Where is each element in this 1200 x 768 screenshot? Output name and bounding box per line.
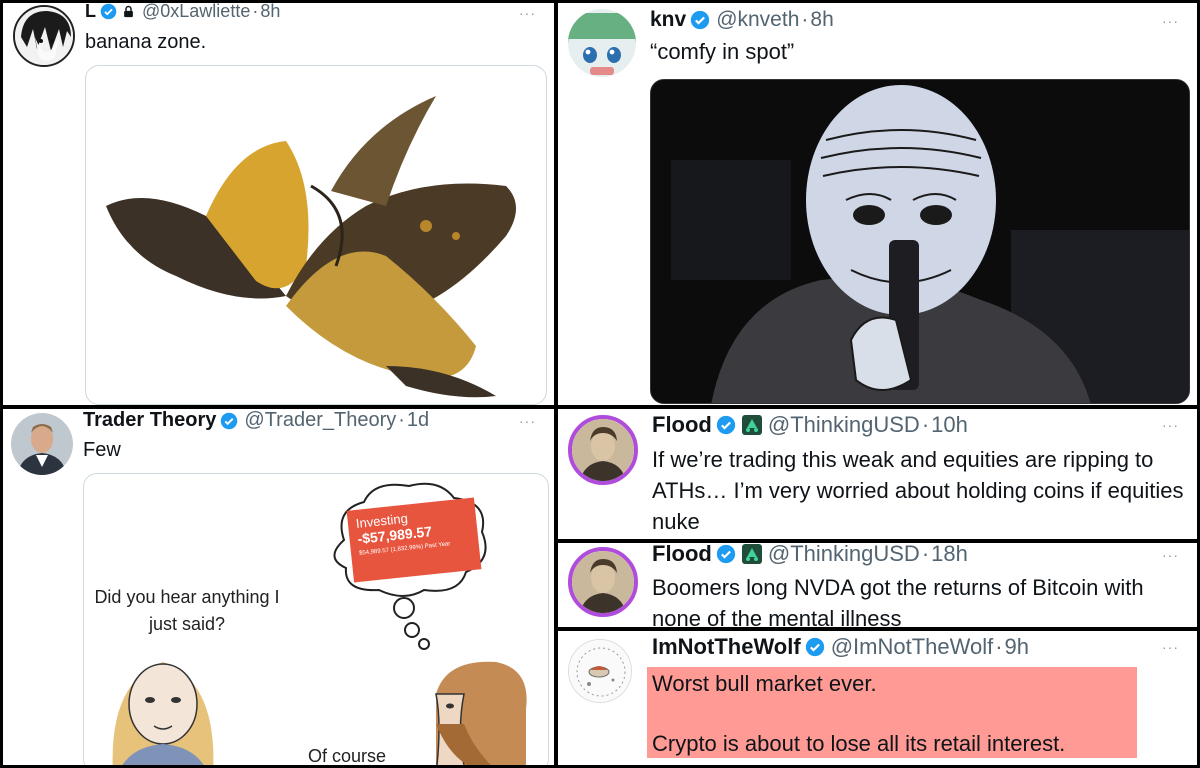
affiliate-badge-icon: [741, 415, 762, 435]
timestamp[interactable]: 10h: [931, 412, 968, 438]
display-name[interactable]: L: [85, 3, 96, 22]
investing-card: Investing -$57,989.57 $54,989.57 (1,832.…: [346, 497, 482, 583]
chad-image: [435, 661, 527, 765]
tweet-text-line2: Crypto is about to lose all its retail i…: [652, 731, 1066, 756]
affiliate-badge-icon: [741, 544, 762, 564]
tweet-text-line1: Worst bull market ever.: [652, 671, 877, 696]
verified-badge-icon: [716, 544, 736, 564]
handle[interactable]: @ImNotTheWolf: [831, 634, 994, 660]
verified-badge-icon: [100, 3, 117, 20]
tweet-image[interactable]: Did you hear anything I just said? Inves…: [83, 473, 549, 765]
separator-dot: ·: [921, 412, 930, 437]
avatar[interactable]: [568, 415, 638, 485]
tweet-flood-1[interactable]: Flood @ThinkingUSD · 10h ··· If we’re tr…: [558, 409, 1197, 539]
tweet-knveth[interactable]: knv @knveth · 8h ··· “comfy in spot”: [558, 3, 1197, 405]
tweet-text: Boomers long NVDA got the returns of Bit…: [652, 575, 1144, 627]
tweet-text: Few: [83, 439, 121, 461]
timestamp[interactable]: 8h: [810, 8, 833, 32]
more-options-icon[interactable]: ···: [1162, 13, 1179, 29]
more-options-icon[interactable]: ···: [519, 413, 536, 429]
separator-dot: ·: [921, 543, 930, 566]
tweet-lawliette[interactable]: L @0xLawliette · 8h ··· banana zone.: [3, 3, 554, 405]
handle[interactable]: @ThinkingUSD: [768, 543, 920, 567]
separator-dot: ·: [995, 634, 1003, 659]
person-avatar-icon: [11, 413, 73, 475]
meme-reply-text: Of course: [308, 746, 387, 765]
timestamp[interactable]: 1d: [407, 409, 429, 432]
handle[interactable]: @ThinkingUSD: [768, 412, 920, 438]
lock-icon: [124, 5, 133, 18]
anime-avatar-icon: [15, 7, 73, 65]
display-name[interactable]: ImNotTheWolf: [652, 634, 801, 660]
display-name[interactable]: Flood: [652, 412, 712, 438]
handle[interactable]: @Trader_Theory: [244, 409, 396, 432]
timestamp[interactable]: 9h: [1005, 634, 1029, 660]
timestamp[interactable]: 8h: [260, 3, 280, 22]
portrait-avatar-icon: [572, 419, 634, 481]
tweet-imnotthewolf[interactable]: ImNotTheWolf @ImNotTheWolf · 9h ··· Wors…: [558, 631, 1197, 765]
more-options-icon[interactable]: ···: [1162, 417, 1179, 433]
avatar[interactable]: [568, 9, 636, 77]
display-name[interactable]: knv: [650, 8, 686, 32]
tweet-flood-2[interactable]: Flood @ThinkingUSD · 18h ··· Boomers lon…: [558, 543, 1197, 627]
display-name[interactable]: Flood: [652, 543, 712, 567]
avatar[interactable]: [568, 547, 638, 617]
verified-badge-icon: [805, 637, 824, 657]
anime-avatar-icon: [568, 9, 636, 77]
more-options-icon[interactable]: ···: [1162, 547, 1179, 563]
more-options-icon[interactable]: ···: [519, 5, 536, 21]
verified-badge-icon: [221, 412, 238, 429]
portrait-avatar-icon: [572, 551, 634, 613]
tweet-text: banana zone.: [85, 31, 207, 53]
verified-badge-icon: [691, 10, 710, 30]
sketch-avatar-icon: [569, 640, 631, 702]
wojak-girl-image: [112, 662, 214, 765]
verified-badge-icon: [716, 415, 736, 435]
handle[interactable]: @0xLawliette: [142, 3, 250, 22]
separator-dot: ·: [398, 409, 405, 431]
timestamp[interactable]: 18h: [931, 543, 968, 567]
wojak-image: [651, 80, 1189, 403]
meme-speech-text: Did you hear anything I just said?: [94, 587, 280, 634]
tweet-text: “comfy in spot”: [650, 39, 795, 64]
banana-image: [106, 96, 516, 398]
separator-dot: ·: [252, 3, 259, 21]
tweet-trader-theory[interactable]: Trader Theory @Trader_Theory · 1d ··· Fe…: [3, 409, 554, 765]
tweet-image[interactable]: [85, 65, 547, 405]
avatar[interactable]: [13, 5, 75, 67]
tweet-text: If we’re trading this weak and equities …: [652, 447, 1184, 534]
handle[interactable]: @knveth: [716, 8, 799, 32]
separator-dot: ·: [801, 8, 809, 31]
tweet-image[interactable]: [650, 79, 1190, 404]
avatar[interactable]: [568, 639, 632, 703]
display-name[interactable]: Trader Theory: [83, 409, 216, 432]
avatar[interactable]: [11, 413, 73, 475]
more-options-icon[interactable]: ···: [1162, 639, 1179, 655]
